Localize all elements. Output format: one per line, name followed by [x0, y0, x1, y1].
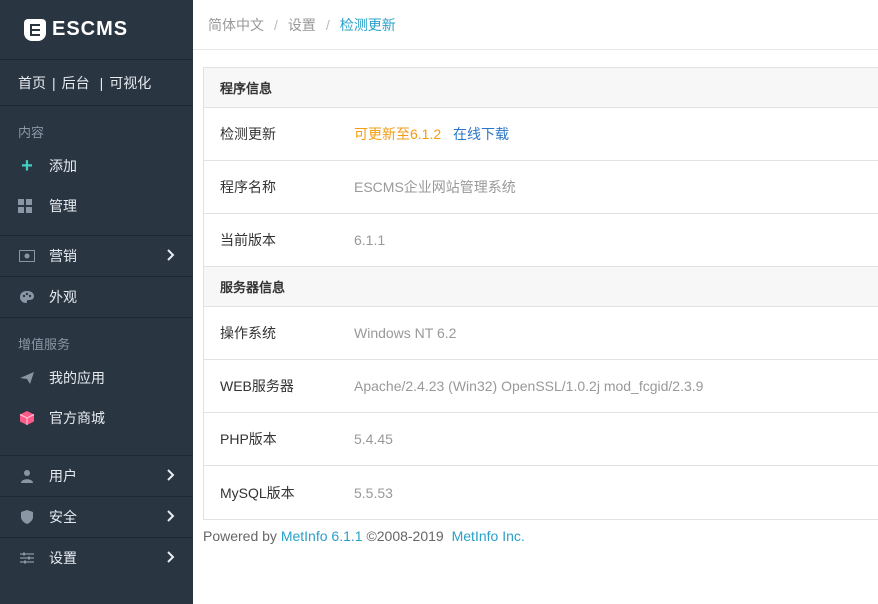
breadcrumb: 简体中文 / 设置 / 检测更新 [193, 0, 878, 50]
cube-icon [18, 409, 36, 427]
footer: Powered by MetInfo 6.1.1 ©2008-2019 MetI… [203, 528, 525, 544]
sidebar-item-settings[interactable]: 设置 [0, 538, 193, 578]
group-title-server: 服务器信息 [204, 267, 878, 307]
breadcrumb-settings[interactable]: 设置 [288, 15, 316, 35]
online-download-link[interactable]: 在线下载 [453, 126, 509, 142]
breadcrumb-separator: / [274, 16, 278, 33]
sidebar-item-users[interactable]: 用户 [0, 456, 193, 496]
sidebar-item-label: 安全 [49, 509, 77, 525]
row-value: 5.4.45 [354, 431, 393, 447]
breadcrumb-separator: / [325, 16, 330, 33]
palette-icon [18, 288, 36, 306]
sidebar-item-label: 营销 [49, 248, 77, 264]
table-row: 当前版本 6.1.1 [204, 214, 878, 267]
sidebar-item-marketing[interactable]: 营销 [0, 236, 193, 276]
sidebar-item-label: 我的应用 [49, 370, 105, 386]
row-value: Windows NT 6.2 [354, 325, 457, 341]
row-label: 检测更新 [220, 126, 276, 142]
breadcrumb-language[interactable]: 简体中文 [208, 15, 264, 35]
powered-by-text: Powered by [203, 528, 277, 544]
row-value: 5.5.53 [354, 484, 393, 501]
logo[interactable]: ESCMS [0, 0, 193, 60]
table-row: 操作系统 Windows NT 6.2 [204, 307, 878, 360]
backend-link[interactable]: 后台 [62, 73, 90, 93]
table-row: 检测更新 可更新至6.1.2 在线下载 [204, 108, 878, 161]
chevron-right-icon [167, 248, 175, 264]
sidebar-item-label: 官方商城 [49, 410, 105, 426]
logo-text: ESCMS [52, 18, 129, 40]
table-row: MySQL版本 5.5.53 [204, 466, 878, 519]
row-label: WEB服务器 [220, 378, 294, 394]
plus-icon: + [21, 154, 33, 177]
copyright-text: ©2008-2019 [366, 528, 444, 544]
sidebar-item-store[interactable]: 官方商城 [0, 398, 193, 438]
grid-icon [18, 199, 32, 213]
sidebar-item-label: 外观 [49, 289, 77, 305]
row-label: PHP版本 [220, 431, 277, 447]
chevron-right-icon [167, 468, 175, 484]
sidebar-item-manage[interactable]: 管理 [0, 186, 193, 226]
sliders-icon [18, 549, 36, 567]
row-value: ESCMS企业网站管理系统 [354, 179, 516, 195]
sidebar-item-appearance[interactable]: 外观 [0, 277, 193, 317]
row-label: 程序名称 [220, 179, 276, 195]
main-content: 程序信息 检测更新 可更新至6.1.2 在线下载 程序名称 ESCMS企业网站管… [203, 67, 878, 520]
table-row: PHP版本 5.4.45 [204, 413, 878, 466]
info-table: 程序信息 检测更新 可更新至6.1.2 在线下载 程序名称 ESCMS企业网站管… [203, 67, 878, 520]
row-value: 6.1.1 [354, 232, 386, 248]
sidebar-item-my-apps[interactable]: 我的应用 [0, 358, 193, 398]
visual-link[interactable]: 可视化 [109, 73, 151, 93]
table-row: 程序名称 ESCMS企业网站管理系统 [204, 161, 878, 214]
sidebar-item-label: 添加 [49, 158, 77, 174]
shield-icon [18, 508, 36, 526]
sidebar-item-label: 管理 [49, 198, 77, 214]
product-link[interactable]: MetInfo 6.1.1 [281, 528, 363, 544]
link-separator: | [52, 74, 56, 91]
link-separator: | [99, 74, 104, 91]
sidebar: ESCMS 首页 | 后台 | 可视化 内容 + 添加 管理 营销 外观 增值服… [0, 0, 193, 604]
company-link[interactable]: MetInfo Inc. [452, 528, 525, 544]
section-title-value-services: 增值服务 [18, 337, 71, 352]
sidebar-item-security[interactable]: 安全 [0, 497, 193, 537]
section-title-content: 内容 [18, 125, 45, 140]
row-value: Apache/2.4.23 (Win32) OpenSSL/1.0.2j mod… [354, 378, 704, 394]
sidebar-item-label: 设置 [49, 550, 77, 566]
group-title-program: 程序信息 [204, 68, 878, 108]
sidebar-item-add[interactable]: + 添加 [0, 146, 193, 186]
update-available-text: 可更新至6.1.2 [354, 126, 442, 142]
quick-links: 首页 | 后台 | 可视化 [0, 60, 193, 106]
table-row: WEB服务器 Apache/2.4.23 (Win32) OpenSSL/1.0… [204, 360, 878, 413]
row-label: 操作系统 [220, 325, 276, 341]
chevron-right-icon [167, 550, 175, 566]
paper-plane-icon [18, 369, 36, 387]
sidebar-item-label: 用户 [49, 468, 77, 484]
row-label: 当前版本 [220, 232, 276, 248]
chevron-right-icon [167, 509, 175, 525]
money-icon [18, 247, 36, 265]
row-label: MySQL版本 [220, 484, 295, 501]
home-link[interactable]: 首页 [18, 73, 46, 93]
breadcrumb-current: 检测更新 [339, 16, 396, 33]
escms-logo-icon [24, 18, 46, 41]
user-icon [18, 467, 36, 485]
